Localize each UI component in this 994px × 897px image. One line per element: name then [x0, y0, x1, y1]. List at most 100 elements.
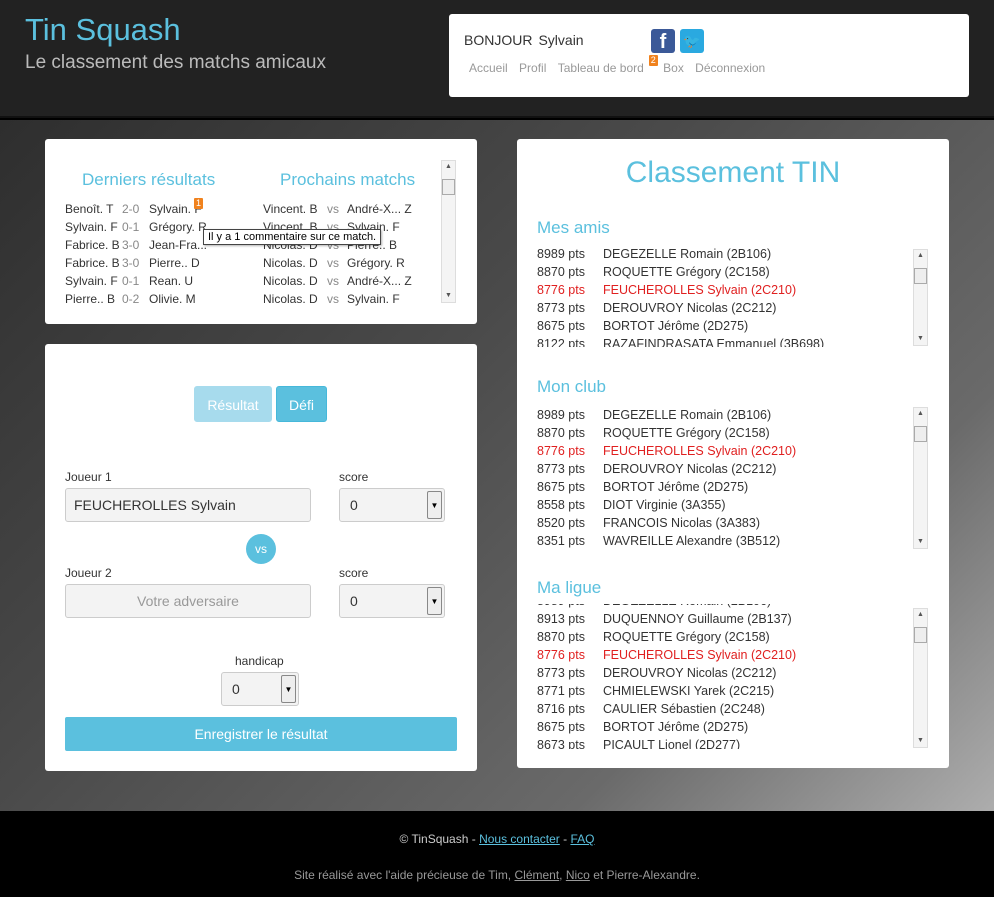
chevron-down-icon[interactable]: ▼ [427, 491, 442, 519]
contact-link[interactable]: Nous contacter [479, 832, 560, 846]
ranking-section-title: Ma ligue [537, 578, 602, 597]
ranking-player: FEUCHEROLLES Sylvain (2C210) [603, 648, 797, 662]
ranking-player: DEGEZELLE Romain (2B106) [603, 408, 772, 422]
scroll-down-icon[interactable]: ▼ [914, 333, 927, 345]
comment-badge[interactable]: 1 [194, 198, 204, 209]
ranking-player: FEUCHEROLLES Sylvain (2C210) [603, 283, 797, 297]
ranking-scrollbar[interactable]: ▲ ▼ [913, 249, 928, 346]
ranking-points: 8989 pts [537, 247, 585, 261]
ranking-points: 8870 pts [537, 265, 585, 279]
user-nav: Accueil Profil Tableau de bord 2 Box Déco… [469, 55, 773, 75]
ranking-player: ROQUETTE Grégory (2C158) [603, 630, 770, 644]
ranking-list[interactable]: 8989 pts DEGEZELLE Romain (2B106) 8870 pts… [537, 406, 929, 551]
scroll-thumb[interactable] [442, 179, 455, 195]
footer-credits: Site réalisé avec l'aide précieuse de Ti… [0, 868, 994, 882]
scroll-thumb[interactable] [914, 268, 927, 284]
tab-result[interactable]: Résultat [194, 386, 272, 422]
twitter-icon[interactable]: 🐦 [680, 29, 704, 53]
footer-sep: - [559, 832, 571, 846]
score1-select[interactable]: 0 ▼ [339, 488, 445, 522]
nav-accueil[interactable]: Accueil [469, 61, 508, 75]
result-player2: Rean. U [149, 274, 194, 288]
ranking-player: DEGEZELLE Romain (2B106) [603, 247, 772, 261]
comment-tooltip: Il y a 1 commentaire sur ce match. [203, 229, 382, 245]
credits-post: et Pierre-Alexandre. [589, 868, 700, 882]
chevron-down-icon[interactable]: ▼ [281, 675, 296, 703]
chevron-down-icon[interactable]: ▼ [427, 587, 442, 615]
ranking-player: DIOT Virginie (3A355) [603, 498, 726, 512]
nav-dashboard[interactable]: Tableau de bord 2 [557, 55, 658, 75]
nav-dashboard-label: Tableau de bord [557, 61, 644, 75]
player1-field[interactable]: FEUCHEROLLES Sylvain [65, 488, 311, 522]
footer-links: © TinSquash - Nous contacter - FAQ [0, 832, 994, 846]
result-player1: Sylvain. F [65, 220, 118, 234]
match-vs: vs [327, 256, 339, 270]
faq-link[interactable]: FAQ [570, 832, 594, 846]
scroll-up-icon[interactable]: ▲ [914, 250, 927, 262]
facebook-icon[interactable]: f [651, 29, 675, 53]
tab-challenge[interactable]: Défi [276, 386, 327, 422]
result-score: 3-0 [122, 256, 140, 270]
match-player1: Nicolas. D [263, 292, 318, 306]
result-score: 0-1 [122, 220, 140, 234]
results-scrollbar[interactable]: ▲ ▼ [441, 160, 456, 303]
ranking-points: 8675 pts [537, 480, 585, 494]
scroll-up-icon[interactable]: ▲ [914, 408, 927, 420]
ranking-section-title: Mon club [537, 377, 606, 396]
scroll-down-icon[interactable]: ▼ [442, 290, 455, 302]
ranking-title: Classement TIN [625, 156, 841, 189]
scroll-thumb[interactable] [914, 627, 927, 643]
result-player2: Jean-Fra... [149, 238, 208, 252]
credit-nico-link[interactable]: Nico [566, 868, 590, 882]
handicap-select[interactable]: 0 ▼ [221, 672, 299, 706]
credit-clement-link[interactable]: Clément [514, 868, 559, 882]
next-matches-title: Prochains matchs [280, 170, 416, 189]
nav-box[interactable]: Box [663, 61, 684, 75]
site-title[interactable]: Tin Squash [25, 12, 181, 48]
username: Sylvain [538, 32, 584, 48]
ranking-section-title: Mes amis [537, 218, 610, 237]
ranking-points: 8776 pts [537, 444, 585, 458]
last-results-title: Derniers résultats [82, 170, 216, 189]
ranking-points: 8773 pts [537, 462, 585, 476]
ranking-points: 8870 pts [537, 426, 585, 440]
ranking-points: 8716 pts [537, 702, 585, 716]
ranking-player: ROQUETTE Grégory (2C158) [603, 426, 770, 440]
scroll-up-icon[interactable]: ▲ [914, 609, 927, 621]
ranking-list[interactable]: 8989 pts DEGEZELLE Romain (2B106) 8870 pts… [537, 245, 929, 347]
ranking-player: DEROUVROY Nicolas (2C212) [603, 666, 777, 680]
result-score: 0-1 [122, 274, 140, 288]
player2-field[interactable]: Votre adversaire [65, 584, 311, 618]
scroll-up-icon[interactable]: ▲ [442, 161, 455, 173]
scroll-thumb[interactable] [914, 426, 927, 442]
ranking-scrollbar[interactable]: ▲ ▼ [913, 407, 928, 549]
scroll-down-icon[interactable]: ▼ [914, 536, 927, 548]
score2-select[interactable]: 0 ▼ [339, 584, 445, 618]
ranking-points: 8771 pts [537, 684, 585, 698]
result-player2: Olivie. M [149, 292, 196, 306]
ranking-player: RAZAFINDRASATA Emmanuel (3B698) [603, 337, 825, 347]
result-player1: Pierre.. B [65, 292, 116, 306]
result-player1: Fabrice. B [65, 256, 120, 270]
score2-label: score [339, 566, 369, 580]
ranking-player: BORTOT Jérôme (2D275) [603, 480, 749, 494]
ranking-points: 8675 pts [537, 720, 585, 734]
scroll-down-icon[interactable]: ▼ [914, 735, 927, 747]
ranking-list[interactable]: 8989 ptsDEGEZELLE Romain (2B106)8913 pts… [537, 604, 929, 749]
ranking-scrollbar[interactable]: ▲ ▼ [913, 608, 928, 748]
result-player1: Benoît. T [65, 202, 114, 216]
site-header: Tin Squash Le classement des matchs amic… [0, 0, 994, 118]
greeting-label: BONJOUR [464, 32, 533, 48]
ranking-points: 8776 pts [537, 283, 585, 297]
user-box: BONJOUR Sylvain f 🐦 Accueil Profil Tablea… [449, 14, 969, 97]
score2-value: 0 [350, 593, 358, 609]
handicap-value: 0 [232, 681, 240, 697]
dashboard-badge: 2 [648, 55, 658, 66]
submit-button[interactable]: Enregistrer le résultat [65, 717, 457, 751]
result-player2: Grégory. R [149, 220, 207, 234]
credits-mid: , [559, 868, 566, 882]
ranking-player: CHMIELEWSKI Yarek (2C215) [603, 684, 775, 698]
nav-profil[interactable]: Profil [519, 61, 546, 75]
ranking-player: DUQUENNOY Guillaume (2B137) [603, 612, 792, 626]
nav-logout[interactable]: Déconnexion [695, 61, 765, 75]
